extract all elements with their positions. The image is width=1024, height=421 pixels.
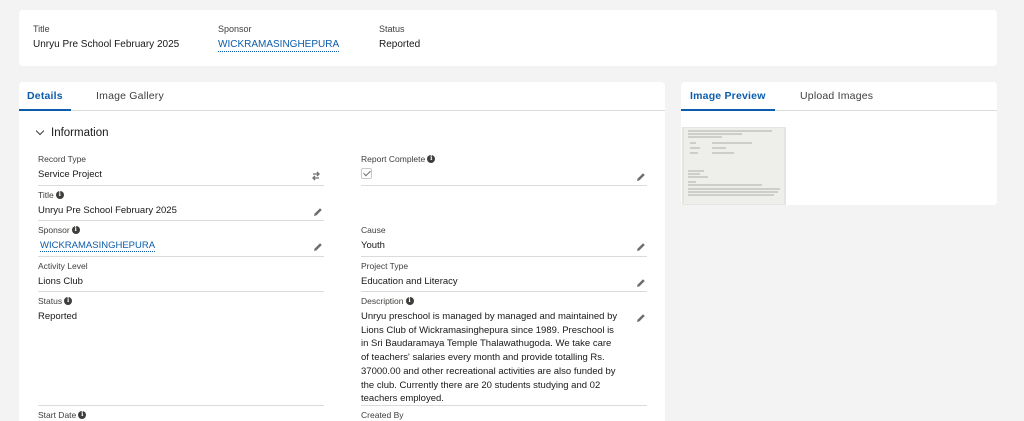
field-record-type: Record Type Service Project [38, 154, 324, 186]
field-sponsor: Sponsor i WICKRAMASINGHEPURA [38, 225, 324, 257]
cause-label: Cause [361, 225, 386, 235]
details-card: Details Image Gallery Information Record… [19, 82, 665, 421]
activity-level-value: Lions Club [38, 276, 83, 287]
record-type-label: Record Type [38, 154, 87, 164]
document-thumbnail-image[interactable] [682, 127, 786, 205]
description-label: Description [361, 296, 404, 306]
record-highlights: Title Unryu Pre School February 2025 Spo… [19, 10, 997, 66]
field-start-date: Start Date i [38, 410, 324, 421]
project-type-value: Education and Literacy [361, 276, 458, 287]
title-value: Unryu Pre School February 2025 [38, 205, 177, 216]
start-date-label: Start Date [38, 410, 77, 420]
info-icon[interactable]: i [64, 297, 73, 305]
field-status: Status i Reported [38, 296, 324, 406]
field-cause: Cause Youth [361, 225, 647, 257]
title-label: Title [38, 190, 54, 200]
highlight-status-value: Reported [379, 39, 421, 50]
sponsor-link[interactable]: WICKRAMASINGHEPURA [40, 240, 156, 252]
info-icon[interactable]: i [78, 411, 87, 419]
section-title: Information [51, 127, 109, 139]
pencil-icon[interactable] [635, 171, 647, 183]
highlight-sponsor-label: Sponsor [218, 24, 252, 34]
info-icon[interactable]: i [427, 155, 436, 163]
details-tabs: Details Image Gallery [19, 82, 665, 111]
chevron-down-icon [35, 126, 45, 136]
tab-image-gallery[interactable]: Image Gallery [96, 90, 164, 102]
info-icon[interactable]: i [405, 297, 414, 305]
info-icon[interactable]: i [71, 226, 80, 234]
pencil-icon[interactable] [312, 241, 324, 253]
pencil-icon[interactable] [312, 206, 324, 218]
highlight-status-label: Status [379, 24, 405, 34]
highlight-sponsor-link[interactable]: WICKRAMASINGHEPURA [218, 39, 340, 52]
highlight-title-label: Title [33, 24, 50, 34]
report-complete-label: Report Complete [361, 154, 426, 164]
highlight-title: Title Unryu Pre School February 2025 [33, 24, 179, 50]
highlight-status: Status Reported [379, 24, 420, 50]
pencil-icon[interactable] [635, 277, 647, 289]
tab-details[interactable]: Details [27, 90, 63, 102]
highlight-title-value: Unryu Pre School February 2025 [33, 39, 180, 50]
field-created-by: Created By [361, 410, 647, 421]
active-tab-indicator [681, 109, 775, 111]
image-preview-card: Image Preview Upload Images [681, 82, 997, 205]
pencil-icon[interactable] [635, 312, 647, 324]
created-by-label: Created By [361, 410, 404, 420]
description-value: Unryu preschool is managed by managed an… [361, 311, 618, 405]
report-complete-checkbox[interactable] [361, 168, 372, 179]
tab-image-preview[interactable]: Image Preview [690, 90, 766, 102]
status-value: Reported [38, 311, 78, 322]
project-type-label: Project Type [361, 261, 409, 271]
record-type-value: Service Project [38, 169, 102, 180]
pencil-icon[interactable] [635, 241, 647, 253]
tab-upload-images[interactable]: Upload Images [800, 90, 873, 102]
info-icon[interactable]: i [55, 191, 64, 199]
highlight-sponsor: Sponsor WICKRAMASINGHEPURA [218, 24, 340, 52]
field-report-complete: Report Complete i [361, 154, 647, 186]
field-description: Description i Unryu preschool is managed … [361, 296, 647, 406]
activity-level-label: Activity Level [38, 261, 88, 271]
section-information-toggle[interactable]: Information [35, 126, 109, 139]
cause-value: Youth [361, 240, 385, 251]
swap-icon[interactable] [310, 170, 322, 182]
field-title: Title i Unryu Pre School February 2025 [38, 190, 324, 221]
sponsor-label: Sponsor [38, 225, 70, 235]
image-tabs: Image Preview Upload Images [681, 82, 997, 111]
field-project-type: Project Type Education and Literacy [361, 261, 647, 292]
active-tab-indicator [19, 109, 71, 111]
status-label: Status [38, 296, 63, 306]
field-activity-level: Activity Level Lions Club [38, 261, 324, 292]
